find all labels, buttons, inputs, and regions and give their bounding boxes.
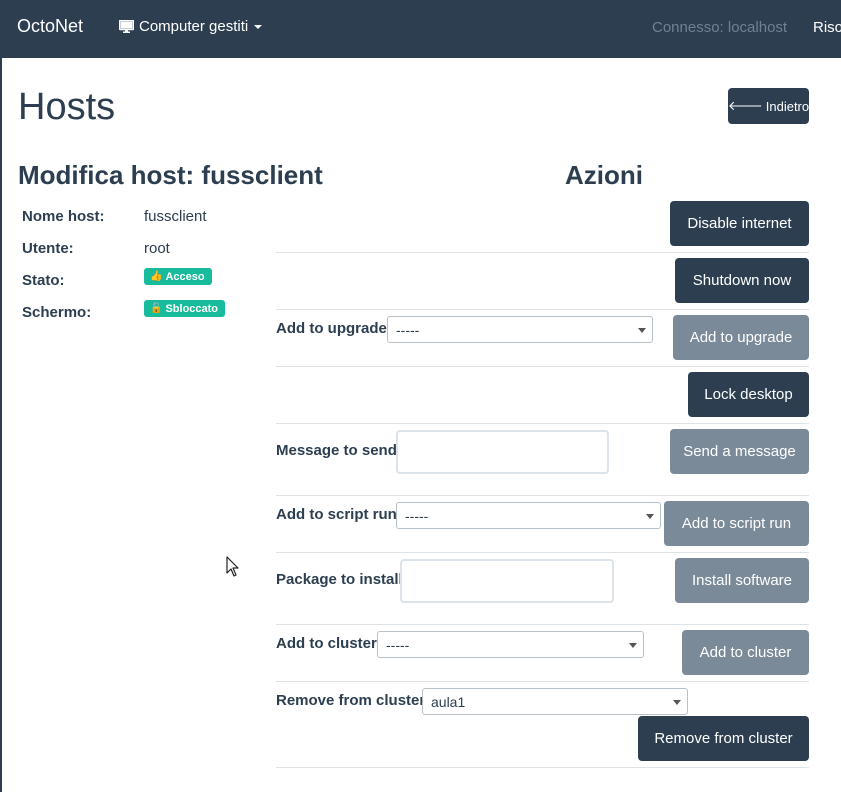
message-input[interactable] — [396, 430, 609, 474]
computer-dropdown[interactable]: Computer gestiti — [119, 18, 263, 35]
user-value: root — [144, 240, 170, 257]
screen-badge: 🔓 Sbloccato — [144, 300, 226, 317]
actions-heading: Azioni — [565, 160, 643, 190]
back-button-label: Indietro — [765, 98, 810, 114]
remove-from-cluster-button[interactable]: Remove from cluster — [638, 716, 809, 761]
cluster-add-label: Add to cluster: — [276, 635, 382, 652]
user-label: Utente: — [22, 240, 74, 257]
host-heading: Modifica host: fussclient — [18, 160, 323, 190]
cluster-remove-label: Remove from cluster: — [276, 692, 431, 709]
thumbs-up-icon: 👍 — [150, 271, 163, 282]
divider — [276, 681, 809, 682]
send-message-button[interactable]: Send a message — [670, 429, 809, 474]
status-badge: 👍 Acceso — [144, 268, 212, 285]
chevron-down-icon — [646, 514, 654, 519]
divider — [276, 309, 809, 310]
install-software-button[interactable]: Install software — [675, 558, 809, 603]
upgrade-select[interactable]: ----- — [387, 316, 653, 343]
connection-status: Connesso: localhost — [652, 19, 788, 36]
status-badge-text: Acceso — [165, 270, 205, 283]
divider — [276, 423, 809, 424]
package-label: Package to install: — [276, 571, 408, 588]
chevron-down-icon — [629, 643, 637, 648]
arrow-left-icon: 🡐 — [727, 98, 763, 113]
chevron-down-icon — [638, 328, 646, 333]
add-to-cluster-button[interactable]: Add to cluster — [682, 630, 809, 675]
back-button[interactable]: 🡐 Indietro — [728, 88, 809, 124]
package-input[interactable] — [400, 559, 614, 603]
computer-dropdown-label: Computer gestiti — [139, 18, 249, 35]
hostname-label: Nome host: — [22, 208, 105, 225]
page-edge — [0, 58, 2, 792]
disable-internet-button[interactable]: Disable internet — [670, 201, 809, 246]
brand-link[interactable]: OctoNet — [17, 16, 83, 37]
cluster-add-select-value: ----- — [386, 636, 410, 653]
nav-link-riso[interactable]: Riso — [813, 19, 841, 36]
upgrade-select-value: ----- — [396, 321, 420, 338]
screen-label: Schermo: — [22, 304, 92, 321]
cluster-remove-select[interactable]: aula1 — [422, 688, 688, 715]
chevron-down-icon — [673, 700, 681, 705]
screen-badge-text: Sbloccato — [165, 302, 219, 315]
state-label: Stato: — [22, 272, 65, 289]
divider — [276, 495, 809, 496]
add-to-upgrade-button[interactable]: Add to upgrade — [673, 315, 809, 360]
top-navbar: OctoNet Computer gestiti Connesso: local… — [0, 0, 841, 58]
script-select-value: ----- — [405, 507, 429, 524]
cluster-add-select[interactable]: ----- — [377, 631, 644, 658]
divider — [276, 552, 809, 553]
chevron-down-icon — [254, 24, 263, 29]
mouse-cursor-icon — [226, 556, 239, 577]
page-title: Hosts — [18, 86, 116, 128]
divider — [276, 252, 809, 253]
monitor-icon — [119, 20, 134, 33]
lock-desktop-button[interactable]: Lock desktop — [688, 372, 809, 417]
add-to-script-run-button[interactable]: Add to script run — [664, 501, 809, 546]
divider — [276, 366, 809, 367]
cluster-remove-select-value: aula1 — [431, 693, 466, 710]
script-label: Add to script run: — [276, 506, 402, 523]
hostname-value: fussclient — [144, 208, 207, 225]
divider — [276, 767, 809, 768]
unlock-icon: 🔓 — [150, 303, 163, 314]
shutdown-button[interactable]: Shutdown now — [675, 258, 809, 303]
upgrade-label: Add to upgrade: — [276, 320, 392, 337]
script-select[interactable]: ----- — [396, 502, 661, 529]
divider — [276, 624, 809, 625]
message-label: Message to send: — [276, 442, 402, 459]
